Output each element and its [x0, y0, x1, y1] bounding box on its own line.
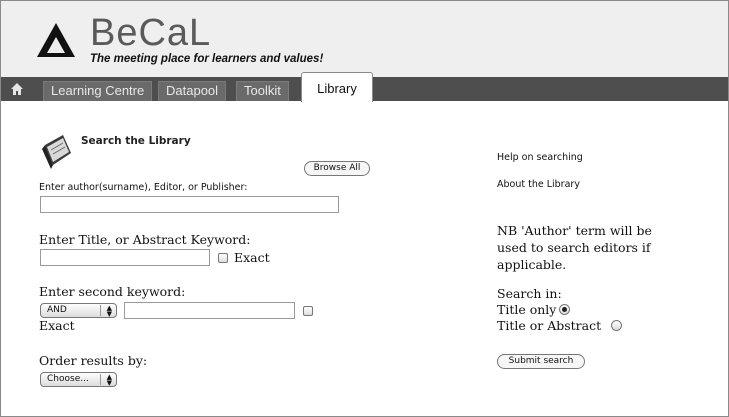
- search-in-label: Search in:: [497, 286, 562, 301]
- order-label: Order results by:: [39, 353, 148, 368]
- order-value: Choose...: [47, 374, 89, 384]
- title-abstract-radio[interactable]: [611, 320, 622, 331]
- author-input[interactable]: [40, 196, 339, 213]
- tab-library[interactable]: Library: [301, 72, 373, 102]
- second-keyword-input[interactable]: [124, 302, 295, 319]
- exact2-checkbox[interactable]: [303, 306, 313, 316]
- logo-triangle-icon: [37, 23, 75, 57]
- tab-toolkit[interactable]: Toolkit: [236, 81, 289, 101]
- select-divider: [100, 305, 101, 316]
- title-keyword-input[interactable]: [40, 249, 210, 266]
- search-title: Search the Library: [81, 135, 191, 147]
- updown-arrows-icon: ▲ ▼: [106, 373, 112, 387]
- title-abstract-label: Title or Abstract: [497, 318, 602, 333]
- site-header: BeCaL The meeting place for learners and…: [1, 1, 728, 77]
- home-icon[interactable]: [10, 82, 24, 96]
- select-divider: [100, 374, 101, 385]
- radio-selected-dot: [562, 307, 567, 312]
- site-tagline: The meeting place for learners and value…: [90, 53, 324, 65]
- site-brand[interactable]: BeCaL: [90, 13, 211, 53]
- order-select[interactable]: Choose... ▲ ▼: [40, 372, 117, 387]
- operator-value: AND: [47, 305, 67, 315]
- title-only-label: Title only: [497, 302, 557, 317]
- second-keyword-label: Enter second keyword:: [39, 284, 186, 299]
- author-note: NB 'Author' term will be used to search …: [497, 223, 652, 272]
- browse-all-button[interactable]: Browse All: [304, 161, 370, 176]
- exact-checkbox[interactable]: [218, 253, 228, 263]
- updown-arrows-icon: ▲ ▼: [106, 304, 112, 318]
- book-icon: [42, 135, 71, 169]
- about-link[interactable]: About the Library: [497, 179, 580, 190]
- title-keyword-label: Enter Title, or Abstract Keyword:: [39, 232, 251, 247]
- tab-datapool[interactable]: Datapool: [158, 81, 227, 101]
- exact-label: Exact: [234, 250, 270, 265]
- tab-learning-centre[interactable]: Learning Centre: [43, 81, 153, 101]
- exact2-label: Exact: [39, 318, 75, 333]
- author-label: Enter author(surname), Editor, or Publis…: [39, 182, 248, 193]
- submit-search-button[interactable]: Submit search: [497, 354, 585, 369]
- help-link[interactable]: Help on searching: [497, 152, 583, 163]
- title-only-radio[interactable]: [559, 304, 570, 315]
- operator-select[interactable]: AND ▲ ▼: [40, 303, 117, 318]
